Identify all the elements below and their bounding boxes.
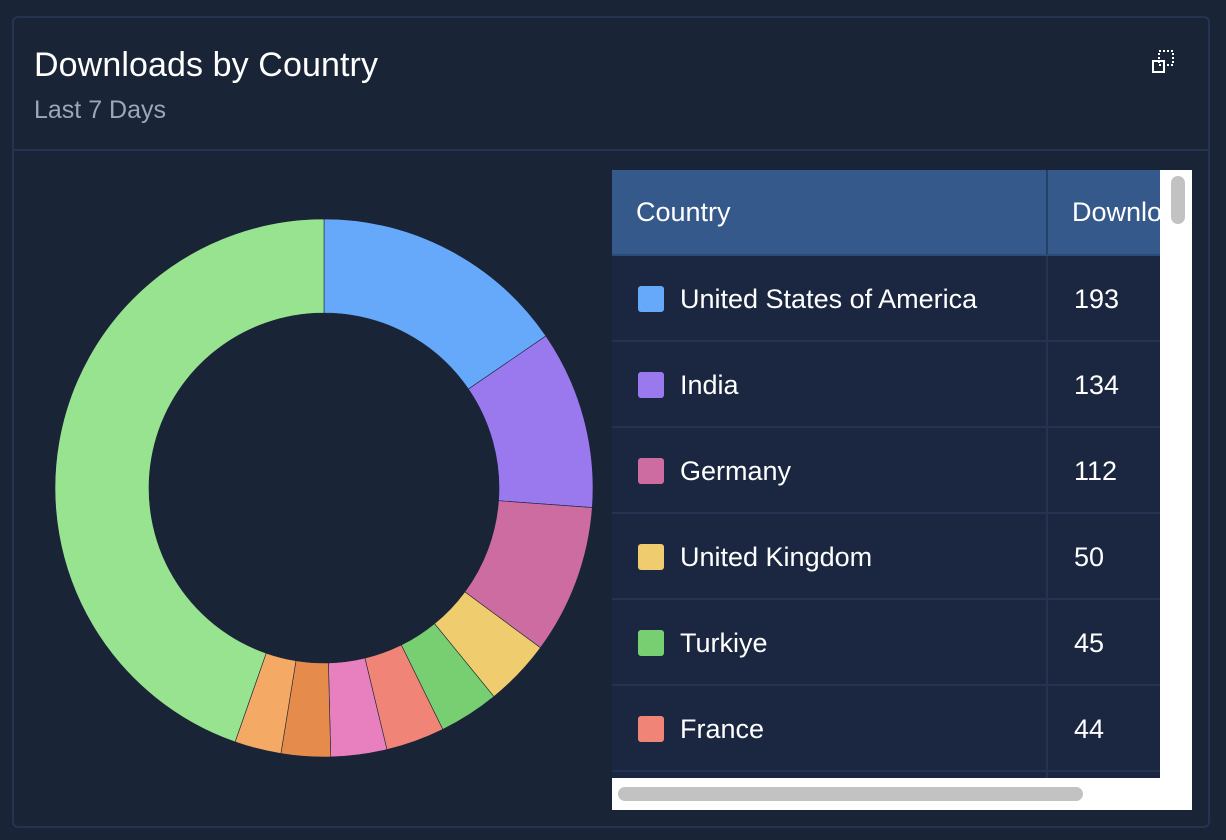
country-color-swatch	[638, 544, 664, 570]
country-color-swatch	[638, 716, 664, 742]
horizontal-scrollbar[interactable]	[612, 778, 1192, 810]
country-name: France	[680, 714, 765, 744]
country-name: United States of America	[680, 284, 978, 314]
column-divider	[1046, 428, 1048, 514]
vertical-scrollbar-thumb[interactable]	[1171, 176, 1185, 224]
download-count: 45	[1074, 628, 1105, 658]
country-color-swatch	[638, 286, 664, 312]
country-color-swatch	[638, 630, 664, 656]
table-row[interactable]: United Kingdom 50	[612, 514, 1160, 600]
download-count: 50	[1074, 542, 1105, 572]
download-count: 134	[1074, 370, 1120, 400]
column-divider	[1046, 686, 1048, 772]
downloads-card: Downloads by Country Last 7 Days Country…	[12, 16, 1210, 828]
column-divider	[1046, 600, 1048, 686]
expand-button[interactable]	[1150, 48, 1180, 78]
column-divider[interactable]	[1046, 170, 1048, 254]
country-name: India	[680, 370, 739, 400]
donut-chart	[44, 208, 604, 768]
table-row[interactable]: Germany 112	[612, 428, 1160, 514]
table-row[interactable]: United States of America 193	[612, 256, 1160, 342]
country-table-panel: Country Downlo United States of America 1…	[612, 170, 1192, 810]
column-header-country[interactable]: Country	[636, 170, 731, 254]
column-divider	[1046, 256, 1048, 342]
table-header-row: Country Downlo	[612, 170, 1160, 256]
column-divider	[1046, 342, 1048, 428]
country-table[interactable]: Country Downlo United States of America 1…	[612, 170, 1160, 778]
expand-icon	[1152, 50, 1174, 73]
column-divider	[1046, 514, 1048, 600]
horizontal-scrollbar-thumb[interactable]	[618, 787, 1083, 801]
donut-chart-svg	[54, 218, 594, 758]
card-header: Downloads by Country Last 7 Days	[14, 18, 1208, 151]
column-header-downloads[interactable]: Downlo	[1072, 170, 1160, 254]
vertical-scrollbar[interactable]	[1162, 170, 1192, 778]
table-row[interactable]: Turkiye 45	[612, 600, 1160, 686]
table-row[interactable]: France 44	[612, 686, 1160, 772]
card-subtitle: Last 7 Days	[34, 96, 167, 124]
download-count: 44	[1074, 714, 1105, 744]
country-name: Germany	[680, 456, 792, 486]
country-color-swatch	[638, 372, 664, 398]
download-count: 112	[1074, 456, 1118, 486]
country-color-swatch	[638, 458, 664, 484]
card-title: Downloads by Country	[34, 46, 379, 84]
country-name: United Kingdom	[680, 542, 873, 572]
table-row[interactable]: India 134	[612, 342, 1160, 428]
download-count: 193	[1074, 284, 1120, 314]
country-name: Turkiye	[680, 628, 768, 658]
